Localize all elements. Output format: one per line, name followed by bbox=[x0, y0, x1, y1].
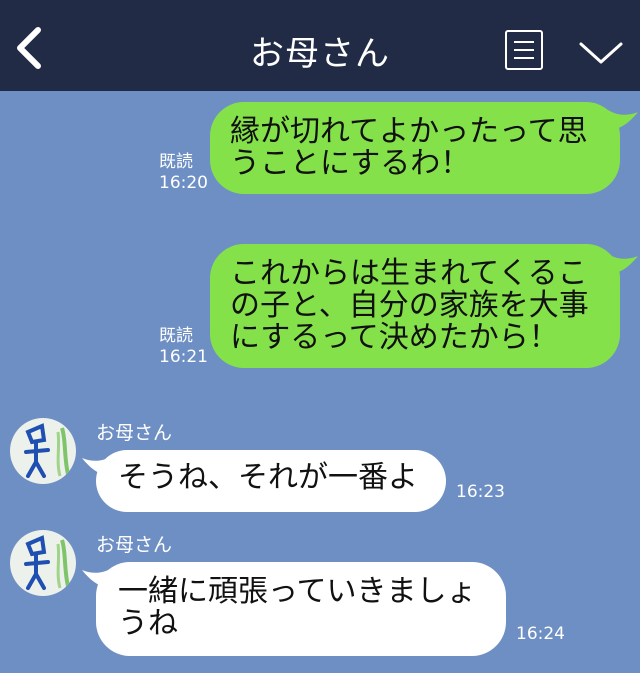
read-receipt: 既読 16:20 bbox=[159, 152, 208, 193]
avatar-drawing-icon bbox=[24, 535, 70, 590]
sender-name: お母さん bbox=[96, 422, 173, 444]
bubble-tail bbox=[608, 110, 638, 130]
message-text-line: うね bbox=[118, 606, 178, 641]
message-text-line: これからは生まれてくるこ bbox=[230, 256, 588, 291]
message-time: 16:23 bbox=[456, 482, 505, 502]
message-text-line: にするって決めたから！ bbox=[230, 320, 559, 355]
sender-name: お母さん bbox=[96, 534, 173, 556]
chat-title: お母さん bbox=[250, 34, 390, 74]
bubble-tail bbox=[608, 254, 638, 274]
menu-icon[interactable] bbox=[505, 30, 543, 70]
message-time: 16:24 bbox=[516, 624, 565, 644]
chevron-down-icon[interactable] bbox=[578, 40, 624, 66]
avatar-drawing-icon bbox=[24, 423, 70, 478]
message-bubble[interactable]: 縁が切れてよかったって思 うことにするわ！ bbox=[210, 102, 620, 194]
avatar[interactable] bbox=[10, 418, 76, 484]
chat-header: お母さん bbox=[0, 0, 640, 91]
message-bubble[interactable]: 一緒に頑張っていきましょ うね bbox=[96, 562, 506, 656]
avatar[interactable] bbox=[10, 530, 76, 596]
message-text-line: の子と、自分の家族を大事 bbox=[230, 288, 589, 323]
message-text-line: 縁が切れてよかったって思 bbox=[230, 114, 588, 149]
message-bubble[interactable]: そうね、それが一番よ bbox=[96, 450, 446, 512]
message-text-line: 一緒に頑張っていきましょ bbox=[118, 574, 477, 609]
message-bubble[interactable]: これからは生まれてくるこ の子と、自分の家族を大事 にするって決めたから！ bbox=[210, 244, 620, 368]
read-receipt: 既読 16:21 bbox=[159, 326, 208, 367]
message-text-line: そうね、それが一番よ bbox=[118, 460, 418, 495]
message-text-line: うことにするわ！ bbox=[230, 146, 471, 181]
